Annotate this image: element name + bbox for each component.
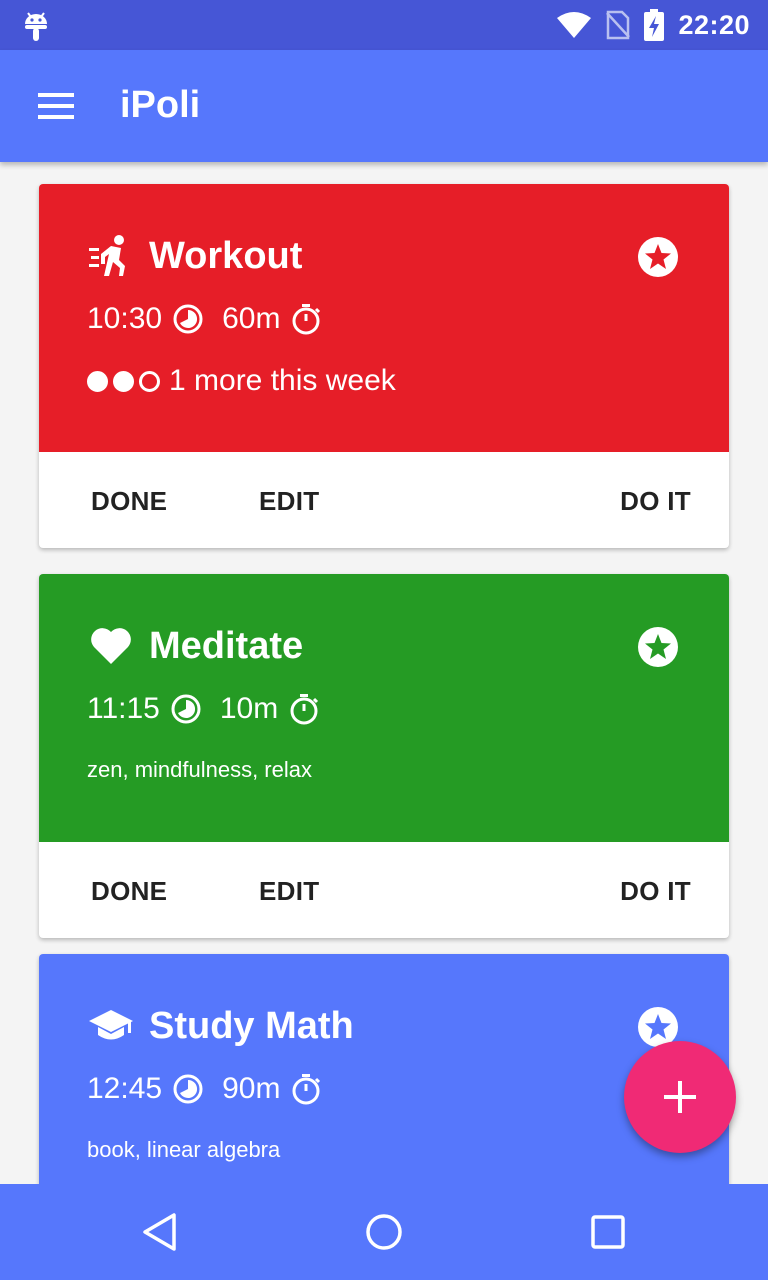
quest-actions: DONE EDIT DO IT (39, 842, 729, 938)
menu-icon[interactable] (38, 93, 74, 119)
app-bar: iPoli (0, 50, 768, 162)
done-button[interactable]: DONE (91, 876, 167, 907)
system-nav-bar (0, 1184, 768, 1280)
running-icon (89, 235, 125, 276)
app-title: iPoli (120, 84, 201, 126)
quest-duration: 10m (219, 692, 279, 725)
graduation-cap-icon (89, 1010, 133, 1040)
quest-progress: 1 more this week (87, 364, 396, 398)
battery-charging-icon (644, 9, 665, 41)
recents-icon[interactable] (588, 1212, 628, 1252)
quest-schedule: 12:45 90m (87, 1072, 322, 1106)
edit-button[interactable]: EDIT (259, 486, 319, 517)
back-icon[interactable] (140, 1212, 180, 1252)
progress-dot (87, 370, 108, 392)
quest-card[interactable]: Meditate 11:15 10m zen, mindfulness, rel… (39, 574, 729, 938)
status-bar: 22:20 (0, 0, 768, 50)
do-it-button[interactable]: DO IT (620, 486, 691, 517)
quest-card-header[interactable]: Meditate 11:15 10m zen, mindfulness, rel… (39, 574, 729, 842)
stopwatch-icon (290, 694, 319, 725)
quest-start-time: 11:15 (87, 692, 160, 725)
quest-start-time: 10:30 (87, 302, 163, 335)
quest-list[interactable]: Workout 10:30 60m 1 more this week DONE … (0, 162, 768, 1184)
quest-card-header[interactable]: Workout 10:30 60m 1 more this week (39, 184, 729, 452)
stopwatch-icon (292, 304, 321, 335)
quest-name: Workout (149, 234, 303, 277)
quest-tags: zen, mindfulness, relax (87, 757, 312, 782)
wifi-icon (557, 12, 592, 38)
quest-card[interactable]: Study Math 12:45 90m book, linear algebr… (39, 954, 729, 1184)
quest-tags: book, linear algebra (87, 1137, 281, 1162)
clock-icon (173, 304, 203, 334)
stopwatch-icon (292, 1074, 321, 1105)
done-button[interactable]: DONE (91, 486, 167, 517)
star-icon[interactable] (637, 626, 679, 668)
add-quest-button[interactable] (624, 1041, 736, 1153)
quest-schedule: 11:15 10m (87, 692, 320, 726)
no-sim-icon (606, 10, 631, 40)
status-time: 22:20 (678, 9, 750, 40)
quest-duration: 60m (222, 302, 281, 335)
quest-card[interactable]: Workout 10:30 60m 1 more this week DONE … (39, 184, 729, 548)
quest-start-time: 12:45 (87, 1072, 163, 1105)
do-it-button[interactable]: DO IT (620, 876, 691, 907)
clock-icon (171, 694, 201, 724)
quest-actions: DONE EDIT DO IT (39, 452, 729, 548)
heart-icon (91, 628, 131, 664)
quest-duration: 90m (222, 1072, 281, 1105)
quest-schedule: 10:30 60m (87, 302, 322, 336)
edit-button[interactable]: EDIT (259, 876, 319, 907)
home-icon[interactable] (364, 1212, 404, 1252)
star-icon[interactable] (637, 236, 679, 278)
progress-dot (139, 370, 160, 392)
android-notification-icon (25, 12, 47, 41)
plus-icon (664, 1081, 696, 1113)
quest-name: Meditate (149, 624, 304, 667)
progress-text: 1 more this week (169, 364, 396, 397)
progress-dot (113, 370, 134, 392)
quest-card-header[interactable]: Study Math 12:45 90m book, linear algebr… (39, 954, 729, 1184)
clock-icon (173, 1074, 203, 1104)
quest-name: Study Math (149, 1004, 354, 1047)
